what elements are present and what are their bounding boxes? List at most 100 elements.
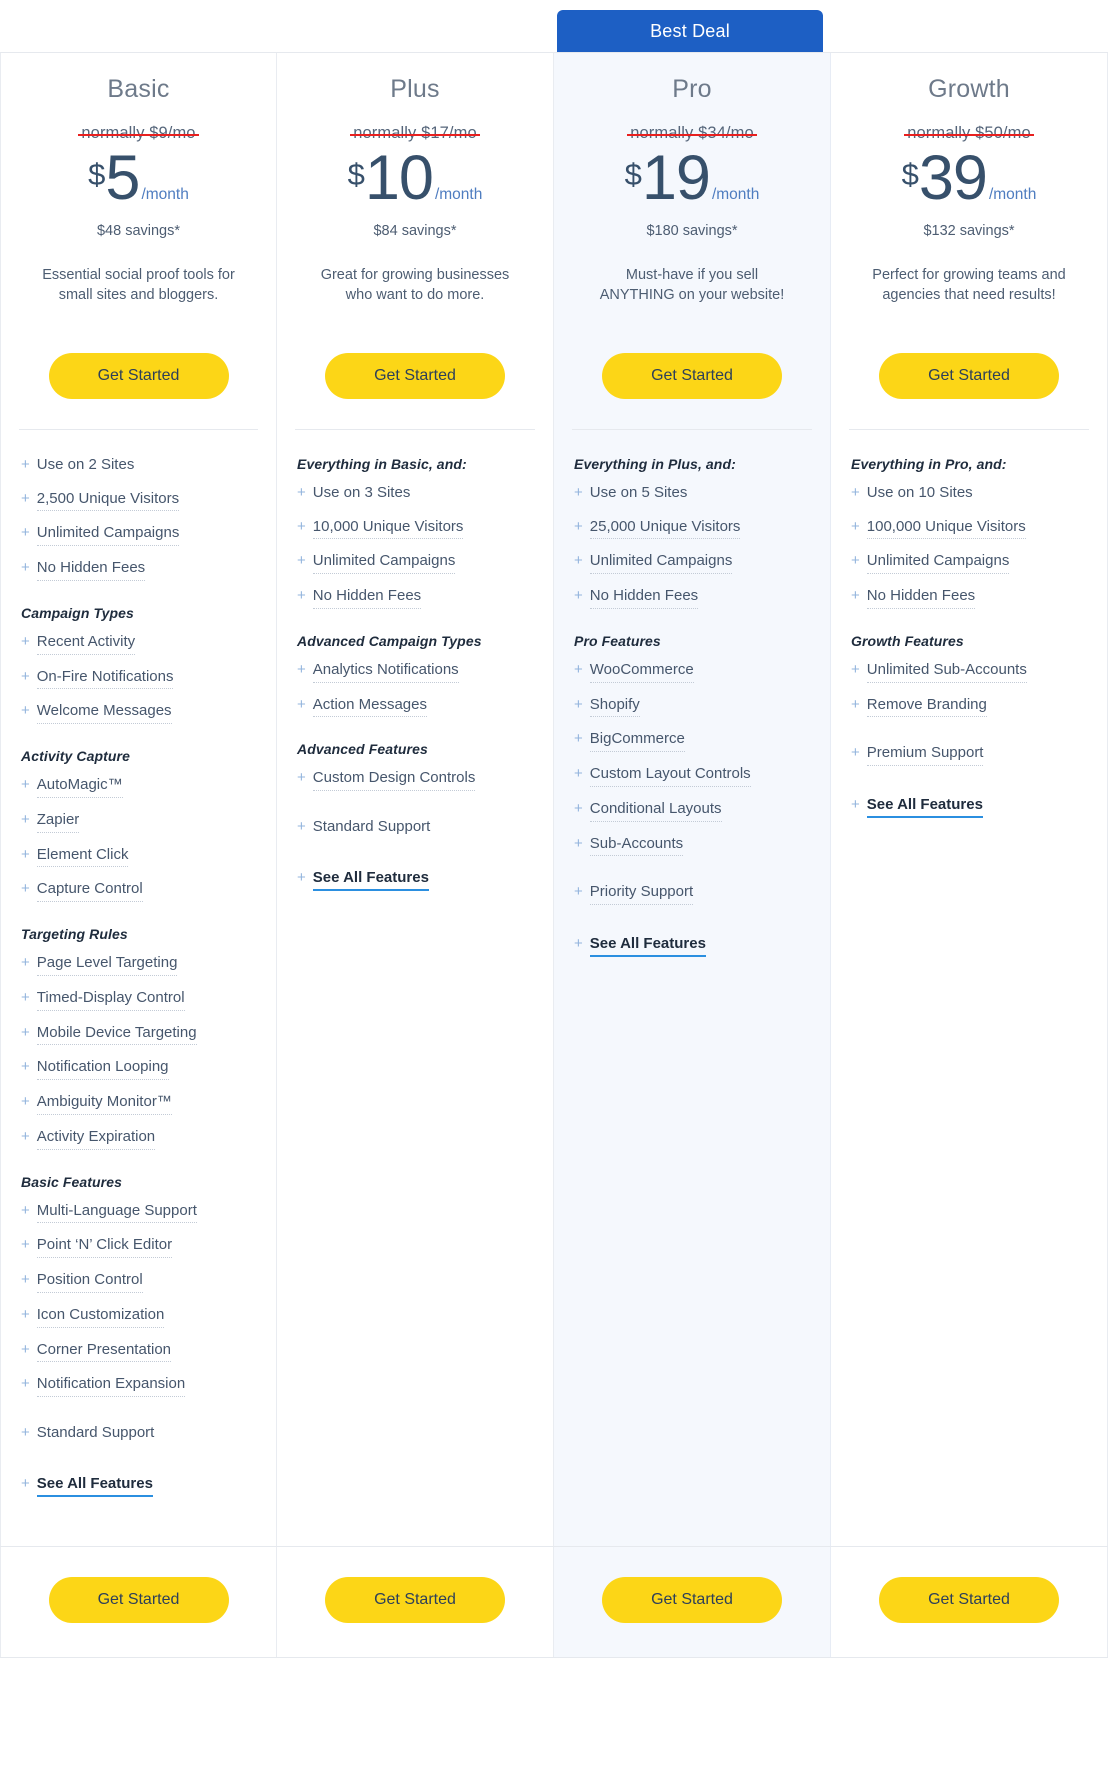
plus-icon: + [21, 559, 30, 577]
plus-icon: + [21, 1201, 30, 1219]
feature-label: Page Level Targeting [36, 954, 178, 976]
feature-item: + Use on 10 Sites [851, 484, 1087, 505]
plus-icon: + [21, 667, 30, 685]
feature-item: + Icon Customization [21, 1306, 256, 1328]
strikethrough-line [350, 133, 480, 136]
feature-item: + Action Messages [297, 696, 533, 718]
feature-label: Remove Branding [866, 696, 987, 718]
currency-symbol: $ [347, 157, 365, 192]
feature-item: +10,000 Unique Visitors [297, 518, 533, 540]
feature-item: +2,500 Unique Visitors [21, 490, 256, 512]
plus-icon: + [21, 1023, 30, 1041]
best-deal-badge: Best Deal [557, 10, 823, 52]
feature-label: Standard Support [36, 1424, 155, 1442]
plus-icon: + [21, 524, 30, 542]
price-period: /month [434, 186, 483, 203]
feature-group-title: Basic Features [21, 1173, 123, 1190]
savings-text: $132 savings* [923, 222, 1015, 239]
plus-icon: + [21, 1375, 30, 1393]
feature-item: + No Hidden Fees [21, 559, 256, 581]
current-price: $10/month [293, 147, 537, 210]
plan-description: Must-have if you sell ANYTHING on your w… [599, 266, 785, 304]
get-started-button-bottom[interactable]: Get Started [325, 1576, 505, 1623]
see-all-features-label: See All Features [866, 796, 983, 818]
get-started-button-top[interactable]: Get Started [48, 352, 229, 399]
feature-item: + Page Level Targeting [21, 954, 256, 976]
see-all-features-link[interactable]: + See All Features [21, 1475, 256, 1497]
plus-icon: + [574, 834, 583, 852]
plan-description: Perfect for growing teams and agencies t… [872, 266, 1066, 304]
savings-text: $48 savings* [96, 222, 181, 239]
plus-icon: + [21, 489, 30, 507]
plus-icon: + [21, 1093, 30, 1111]
feature-label: Timed-Display Control [36, 989, 185, 1011]
plus-icon: + [21, 954, 30, 972]
see-all-features-link[interactable]: + See All Features [574, 935, 810, 957]
feature-group-title: Everything in Plus, and: [574, 455, 736, 472]
plan-column-basic: Basicnormally $9/mo$5/month$48 savings*E… [0, 53, 277, 1546]
get-started-button-bottom[interactable]: Get Started [879, 1576, 1059, 1623]
plus-icon: + [21, 776, 30, 794]
feature-label: Analytics Notifications [312, 661, 459, 683]
plus-icon: + [21, 1127, 30, 1145]
see-all-features-link[interactable]: + See All Features [851, 796, 1087, 818]
feature-label: Use on 10 Sites [866, 483, 973, 501]
plan-column-pro: Pronormally $34/mo$19/month$180 savings*… [554, 53, 831, 1546]
savings-text: $84 savings* [373, 222, 457, 239]
feature-group-title: Campaign Types [21, 604, 134, 621]
feature-item: + Premium Support [851, 744, 1087, 767]
feature-item: + Use on 5 Sites [574, 484, 810, 505]
get-started-button-top[interactable]: Get Started [325, 352, 505, 399]
feature-label: Unlimited Campaigns [866, 552, 1010, 575]
get-started-button-top[interactable]: Get Started [879, 352, 1059, 399]
feature-list: Everything in Basic, and: + Use on 3 Sites… [277, 430, 553, 1546]
feature-label: Notification Looping [36, 1058, 169, 1081]
feature-item: + BigCommerce [574, 730, 810, 753]
feature-label: Mobile Device Targeting [36, 1024, 197, 1046]
feature-label: BigCommerce [589, 730, 685, 753]
price-amount: 19 [641, 143, 711, 213]
feature-item: + Unlimited Sub-Accounts [851, 661, 1087, 683]
plus-icon: + [574, 587, 583, 605]
get-started-button-bottom[interactable]: Get Started [48, 1576, 229, 1623]
feature-label: Activity Expiration [36, 1128, 156, 1150]
feature-label: Premium Support [866, 744, 984, 767]
plus-icon: + [21, 810, 30, 828]
plus-icon: + [297, 552, 306, 570]
plus-icon: + [574, 517, 583, 535]
feature-item: + Corner Presentation [21, 1341, 256, 1363]
feature-label: Welcome Messages [36, 702, 172, 725]
feature-label: Sub-Accounts [589, 835, 684, 857]
feature-item: + Multi-Language Support [21, 1202, 256, 1224]
plus-icon: + [21, 1236, 30, 1254]
feature-item: + Analytics Notifications [297, 661, 533, 683]
see-all-features-label: See All Features [36, 1475, 153, 1497]
get-started-button-top[interactable]: Get Started [602, 352, 782, 399]
plus-icon: + [574, 765, 583, 783]
plus-icon: + [297, 517, 306, 535]
feature-label: No Hidden Fees [36, 559, 146, 581]
feature-item: + Notification Looping [21, 1058, 256, 1081]
plus-icon: + [21, 1340, 30, 1358]
plus-icon: + [574, 799, 583, 817]
plan-name: Growth [928, 75, 1010, 103]
feature-label: Use on 5 Sites [589, 483, 688, 501]
feature-item: + Element Click [21, 846, 256, 868]
plus-icon: + [21, 1058, 30, 1076]
feature-label: Use on 3 Sites [312, 483, 411, 501]
price-amount: 5 [105, 143, 140, 213]
feature-item: + No Hidden Fees [297, 587, 533, 609]
feature-item: + Position Control [21, 1271, 256, 1293]
feature-list: Everything in Plus, and: + Use on 5 Sites +… [554, 430, 830, 1546]
see-all-features-link[interactable]: + See All Features [297, 869, 533, 891]
get-started-button-bottom[interactable]: Get Started [602, 1576, 782, 1623]
feature-item: + Welcome Messages [21, 702, 256, 725]
feature-group-title: Everything in Pro, and: [851, 455, 1007, 472]
feature-item: + Shopify [574, 696, 810, 718]
plus-icon: + [21, 702, 30, 720]
plus-icon: + [297, 695, 306, 713]
feature-label: Conditional Layouts [589, 800, 722, 822]
feature-label: Recent Activity [36, 633, 136, 655]
current-price: $19/month [570, 143, 814, 213]
feature-item: + Zapier [21, 811, 256, 833]
